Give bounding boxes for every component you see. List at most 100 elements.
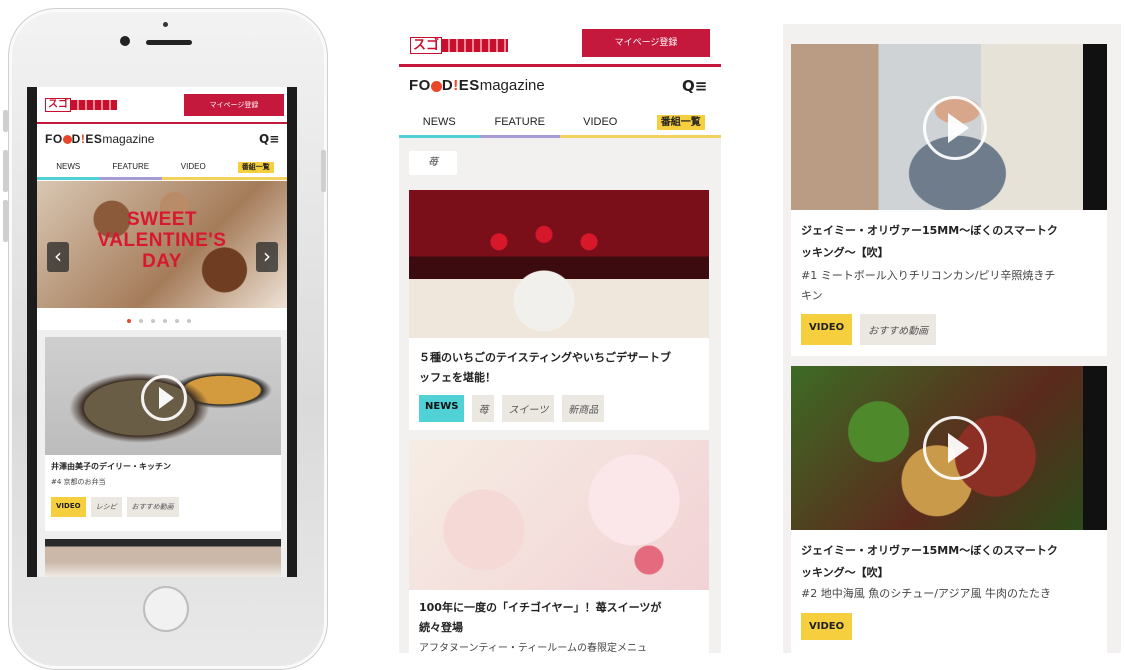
logo-es: ES bbox=[85, 132, 103, 146]
tag-sweets[interactable]: スイーツ bbox=[502, 395, 555, 422]
tab-video[interactable]: VIDEO bbox=[560, 110, 641, 138]
article-title-line-1: 100年に一度の「イチゴイヤー」！苺スイーツが bbox=[419, 601, 662, 614]
next-card-thumbnail[interactable] bbox=[45, 539, 281, 577]
foodies-logo[interactable]: FO D!ESmagazine bbox=[409, 77, 545, 94]
play-triangle bbox=[948, 113, 969, 143]
banner-line-3: DAY bbox=[142, 251, 182, 272]
carousel-dots bbox=[127, 319, 191, 323]
logo-d: D bbox=[71, 132, 81, 146]
tag-video[interactable]: VIDEO bbox=[51, 497, 86, 517]
logo-fo: FO bbox=[45, 132, 63, 146]
tab-feature[interactable]: FEATURE bbox=[479, 110, 560, 138]
video-tags: VIDEO おすすめ動画 bbox=[801, 314, 937, 345]
carousel-dot[interactable] bbox=[175, 319, 179, 323]
afternoon-tea-image[interactable] bbox=[409, 440, 709, 590]
video-title-line-1: ジェイミー・オリヴァー15MM〜ぼくのスマートク bbox=[801, 544, 1058, 557]
logo-d: D bbox=[441, 77, 454, 94]
article-description: アフタヌーンティー・ティールームの春限定メニュ bbox=[419, 643, 647, 653]
video-card-tags: VIDEO レシピ おすすめ動画 bbox=[51, 497, 179, 517]
video-description-line-2: キン bbox=[801, 289, 823, 302]
mypage-register-button[interactable]: マイページ登録 bbox=[582, 29, 710, 57]
sugo-logo[interactable]: スゴ bbox=[410, 37, 509, 54]
front-camera bbox=[120, 36, 130, 46]
sugo-logo-stripe bbox=[442, 39, 509, 52]
video-title-line-1: ジェイミー・オリヴァー15MM〜ぼくのスマートク bbox=[801, 224, 1058, 237]
phone-screen: スゴ マイページ登録 FO D!ESmagazine Q≡ NEWS FEATUR… bbox=[27, 87, 297, 577]
play-triangle bbox=[159, 387, 174, 409]
article-title-line-2: 続々登場 bbox=[419, 621, 463, 634]
tab-video[interactable]: VIDEO bbox=[162, 158, 225, 180]
carousel-next-icon[interactable]: › bbox=[256, 242, 278, 272]
carousel-dot[interactable] bbox=[139, 319, 143, 323]
next-card[interactable] bbox=[45, 539, 281, 577]
phone-volume-up bbox=[3, 150, 8, 192]
phone-volume-down bbox=[3, 200, 8, 242]
filter-chip-strawberry[interactable]: 苺 bbox=[409, 151, 457, 175]
home-button[interactable] bbox=[143, 586, 189, 632]
tag-recommended[interactable]: おすすめ動画 bbox=[860, 314, 937, 345]
mypage-register-button[interactable]: マイページ登録 bbox=[184, 94, 284, 116]
carousel-prev-icon[interactable]: ‹ bbox=[47, 242, 69, 272]
tag-video[interactable]: VIDEO bbox=[801, 613, 853, 640]
video-description: #1 ミートボール入りチリコンカン/ピリ辛照焼きチ キン bbox=[801, 266, 1055, 306]
header-divider bbox=[399, 64, 721, 67]
play-icon[interactable] bbox=[923, 96, 987, 160]
front-sensor bbox=[163, 22, 168, 27]
tag-video[interactable]: VIDEO bbox=[801, 314, 853, 345]
carousel-dot[interactable] bbox=[187, 319, 191, 323]
tab-news[interactable]: NEWS bbox=[37, 158, 100, 180]
sugo-logo-kanji: スゴ bbox=[45, 98, 71, 112]
article-card[interactable]: ５種のいちごのテイスティングやいちごデザートブ ッフェを堪能！ NEWS 苺 ス… bbox=[409, 190, 709, 430]
earpiece-speaker bbox=[146, 40, 192, 45]
logo-fo: FO bbox=[409, 77, 431, 94]
play-triangle bbox=[948, 433, 969, 463]
video-card[interactable]: ジェイミー・オリヴァー15MM〜ぼくのスマートク ッキング〜【吹】 #2 地中海… bbox=[791, 366, 1107, 653]
article-title[interactable]: 100年に一度の「イチゴイヤー」！苺スイーツが 続々登場 bbox=[419, 598, 661, 638]
search-menu-icon[interactable]: Q≡ bbox=[259, 132, 279, 146]
play-icon[interactable] bbox=[141, 375, 187, 421]
article-card[interactable]: 100年に一度の「イチゴイヤー」！苺スイーツが 続々登場 アフタヌーンティー・テ… bbox=[409, 440, 709, 653]
banner-text: SWEET VALENTINE'S DAY bbox=[37, 209, 287, 272]
category-tabs: NEWS FEATURE VIDEO 番組一覧 bbox=[399, 110, 721, 138]
tab-feature[interactable]: FEATURE bbox=[99, 158, 162, 180]
all-programs-label: 番組一覧 bbox=[656, 115, 705, 130]
video-title[interactable]: ジェイミー・オリヴァー15MM〜ぼくのスマートク ッキング〜【吹】 bbox=[801, 220, 1058, 264]
phone-mute-switch bbox=[3, 110, 8, 132]
video-title-line-2: ッキング〜【吹】 bbox=[801, 246, 889, 259]
logo-magazine: magazine bbox=[479, 77, 545, 94]
article-title-line-2: ッフェを堪能！ bbox=[419, 371, 496, 384]
tab-news[interactable]: NEWS bbox=[399, 110, 480, 138]
carousel-dot[interactable] bbox=[163, 319, 167, 323]
sugo-logo-kanji: スゴ bbox=[410, 37, 443, 54]
category-tabs: NEWS FEATURE VIDEO 番組一覧 bbox=[37, 158, 287, 180]
article-title-line-1: ５種のいちごのテイスティングやいちごデザートブ bbox=[419, 351, 672, 364]
tab-all-programs[interactable]: 番組一覧 bbox=[640, 110, 721, 138]
carousel-dot-active[interactable] bbox=[127, 319, 131, 323]
video-card-title[interactable]: 井澤由美子のデイリー・キッチン bbox=[51, 461, 171, 472]
video-title[interactable]: ジェイミー・オリヴァー15MM〜ぼくのスマートク ッキング〜【吹】 bbox=[801, 540, 1058, 584]
sugo-logo[interactable]: スゴ bbox=[45, 98, 117, 112]
tag-news[interactable]: NEWS bbox=[419, 395, 465, 422]
video-title-line-2: ッキング〜【吹】 bbox=[801, 566, 889, 579]
video-card[interactable]: 井澤由美子のデイリー・キッチン #4 京都のお弁当 VIDEO レシピ おすすめ… bbox=[45, 337, 281, 531]
video-tags: VIDEO bbox=[801, 613, 853, 640]
article-title[interactable]: ５種のいちごのテイスティングやいちごデザートブ ッフェを堪能！ bbox=[419, 348, 671, 388]
strawberry-dessert-image[interactable] bbox=[409, 190, 709, 338]
play-icon[interactable] bbox=[923, 416, 987, 480]
all-programs-label: 番組一覧 bbox=[237, 162, 274, 173]
tag-new-product[interactable]: 新商品 bbox=[562, 395, 605, 422]
video-card[interactable]: ジェイミー・オリヴァー15MM〜ぼくのスマートク ッキング〜【吹】 #1 ミート… bbox=[791, 44, 1107, 356]
banner-line-1: SWEET bbox=[126, 209, 198, 230]
video-description-line-1: #1 ミートボール入りチリコンカン/ピリ辛照焼きチ bbox=[801, 269, 1056, 282]
tab-all-programs[interactable]: 番組一覧 bbox=[224, 158, 287, 180]
search-menu-icon[interactable]: Q≡ bbox=[682, 77, 707, 95]
panel-strawberry-list: スゴ マイページ登録 FO D!ESmagazine Q≡ NEWS FEATUR… bbox=[399, 24, 721, 653]
tag-recipe[interactable]: レシピ bbox=[90, 497, 122, 517]
header-divider bbox=[37, 122, 287, 124]
tag-strawberry[interactable]: 苺 bbox=[472, 395, 495, 422]
logo-dot-icon bbox=[430, 80, 442, 92]
logo-dot-icon bbox=[62, 135, 72, 145]
foodies-logo[interactable]: FO D!ESmagazine bbox=[45, 132, 154, 146]
carousel-dot[interactable] bbox=[151, 319, 155, 323]
tag-recommended[interactable]: おすすめ動画 bbox=[126, 497, 179, 517]
